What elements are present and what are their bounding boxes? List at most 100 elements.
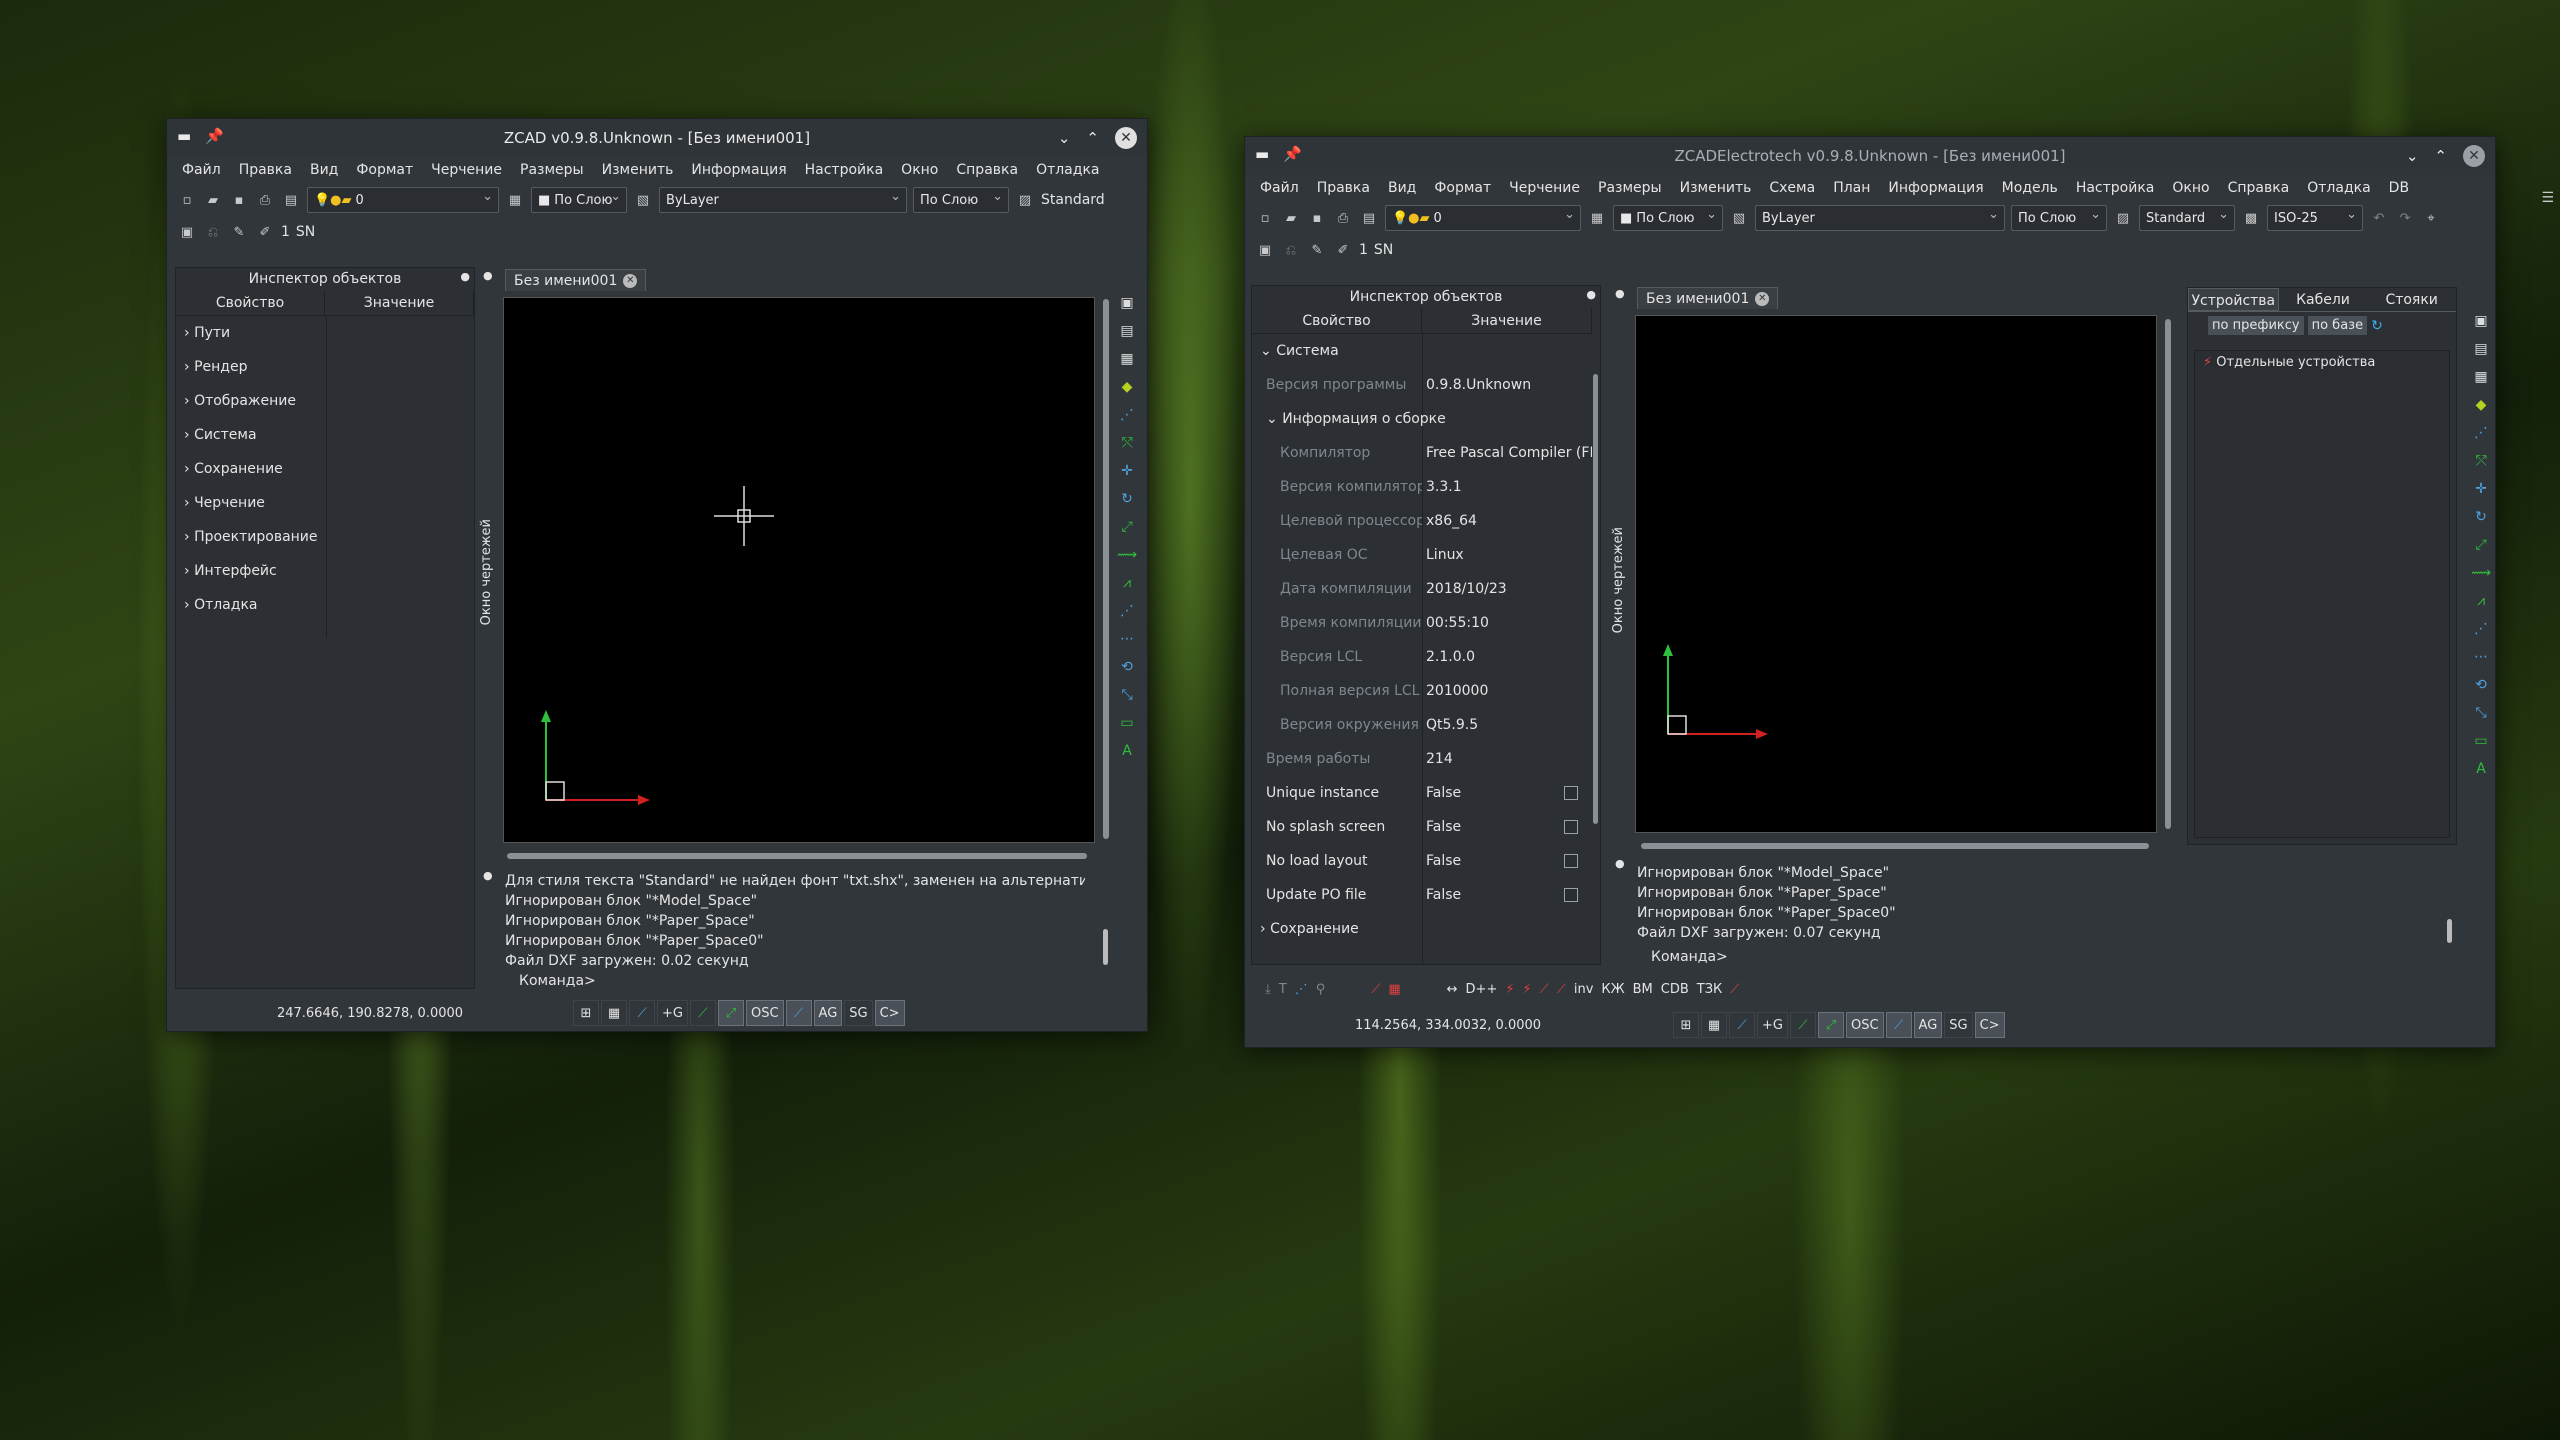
log-close-icon[interactable]: ● — [483, 869, 493, 882]
tool-icon[interactable]: ▭ — [1120, 715, 1133, 731]
lineweight-combo[interactable]: По Слою — [913, 187, 1009, 213]
title-bar[interactable]: ▬ 📌 ZCADElectrotech v0.9.8.Unknown - [Без… — [1245, 137, 2495, 175]
col-value[interactable]: Значение — [1422, 308, 1592, 333]
maximize-icon[interactable]: ⌃ — [1086, 129, 1099, 147]
redo-icon[interactable]: ↷ — [2395, 208, 2415, 228]
status-ag[interactable]: AG — [813, 1000, 843, 1026]
menu-settings[interactable]: Настройка — [796, 162, 893, 178]
pick-icon[interactable]: ⌖ — [2421, 208, 2441, 228]
linetype-icon[interactable]: ▧ — [1729, 208, 1749, 228]
checkbox[interactable] — [1564, 786, 1578, 800]
menu-file[interactable]: Файл — [173, 162, 230, 178]
inspector-item[interactable]: › Пути — [176, 316, 474, 350]
et-button[interactable]: inv — [1574, 982, 1594, 997]
filter-base-button[interactable]: по базе — [2307, 316, 2368, 335]
menu-scheme[interactable]: Схема — [1760, 180, 1824, 196]
et-icon[interactable]: ⚲ — [1316, 982, 1326, 997]
save-icon[interactable]: ▪ — [1307, 208, 1327, 228]
pencil-icon[interactable]: ✎ — [1307, 240, 1327, 260]
menu-plan[interactable]: План — [1824, 180, 1879, 196]
eraser-icon[interactable]: ✐ — [1333, 240, 1353, 260]
menu-debug[interactable]: Отладка — [1027, 162, 1108, 178]
layers-icon[interactable]: ▤ — [281, 190, 301, 210]
inspector-close-icon[interactable]: ● — [1586, 288, 1596, 301]
step-value[interactable]: 1 — [1359, 242, 1368, 258]
dimstyle-combo[interactable]: ISO-25 — [2267, 205, 2363, 231]
menu-db[interactable]: DB — [2380, 180, 2418, 196]
open-icon[interactable]: ▰ — [1281, 208, 1301, 228]
new-icon[interactable]: ▫ — [1255, 208, 1275, 228]
tool-icon[interactable]: ▣ — [1120, 295, 1133, 311]
inspector-item[interactable]: › Отображение — [176, 384, 474, 418]
title-bar[interactable]: ▬ 📌 ZCAD v0.9.8.Unknown - [Без имени001] … — [167, 119, 1147, 157]
tool-icon[interactable]: ⤲ — [1121, 435, 1132, 451]
drawing-canvas[interactable] — [503, 297, 1095, 843]
tool-icon[interactable]: A — [2476, 761, 2486, 777]
et-icon[interactable]: ⋰ — [1295, 982, 1308, 997]
property-row[interactable]: Версия компилятора 3.3.1 — [1252, 470, 1592, 504]
tool-icon[interactable]: ⩘ — [1123, 575, 1131, 591]
et-icon[interactable]: ⤓ — [1265, 982, 1271, 997]
tool-icon[interactable]: ▦ — [1120, 351, 1133, 367]
minimize-icon[interactable]: ⌄ — [1058, 129, 1071, 147]
tool-icon[interactable]: ▤ — [1120, 323, 1133, 339]
inspector-item[interactable]: › Система — [176, 418, 474, 452]
tool-icon[interactable]: ⤡ — [1121, 687, 1132, 703]
eraser-icon[interactable]: ✐ — [255, 222, 275, 242]
inspector-close-icon[interactable]: ● — [460, 270, 470, 283]
color-combo[interactable]: ■ По Слою — [1613, 205, 1723, 231]
step-value[interactable]: 1 — [281, 224, 290, 240]
tab-drawing[interactable]: Без имени001 ✕ — [505, 269, 647, 291]
menu-dimensions[interactable]: Размеры — [1589, 180, 1671, 196]
status-sg[interactable]: SG — [844, 1000, 873, 1026]
close-icon[interactable]: ✕ — [2463, 145, 2485, 167]
menu-help[interactable]: Справка — [2219, 180, 2299, 196]
vertical-scrollbar[interactable] — [2165, 319, 2171, 829]
status-g[interactable]: +G — [1757, 1012, 1788, 1038]
sn-button[interactable]: SN — [296, 224, 315, 240]
menu-dimensions[interactable]: Размеры — [511, 162, 593, 178]
color-icon[interactable]: ▦ — [1587, 208, 1607, 228]
tool-icon[interactable]: ✛ — [2475, 481, 2487, 497]
status-sg[interactable]: SG — [1944, 1012, 1973, 1038]
tab-drawing[interactable]: Без имени001 ✕ — [1637, 287, 1779, 309]
tab-close-icon[interactable]: ✕ — [623, 273, 638, 288]
linetype-combo[interactable]: ByLayer — [659, 187, 907, 213]
tool-icon[interactable]: ⋰ — [2474, 621, 2488, 637]
property-row[interactable]: No load layout False — [1252, 844, 1592, 878]
tool-icon[interactable]: ⟲ — [1121, 659, 1133, 675]
print-icon[interactable]: ⎙ — [1333, 208, 1353, 228]
inspector-scrollbar[interactable] — [1593, 374, 1598, 824]
et-icon[interactable]: ▦ — [1388, 982, 1400, 997]
menu-edit[interactable]: Правка — [230, 162, 301, 178]
ortho-icon[interactable]: ⟋ — [1729, 1012, 1755, 1038]
tool-icon[interactable]: ✛ — [1121, 463, 1133, 479]
save-icon[interactable]: ▪ — [229, 190, 249, 210]
et-button[interactable]: ВМ — [1633, 982, 1653, 997]
textstyle-value[interactable]: Standard — [1041, 192, 1105, 208]
tool-icon[interactable]: ▣ — [2474, 313, 2487, 329]
tool-icon[interactable]: ▭ — [2474, 733, 2487, 749]
tool-icon[interactable]: ⋯ — [2474, 649, 2488, 665]
col-value[interactable]: Значение — [325, 290, 474, 315]
grid-icon[interactable]: ⊞ — [573, 1000, 599, 1026]
menu-help[interactable]: Справка — [947, 162, 1027, 178]
layer-combo[interactable]: 💡●▰ 0 — [1385, 205, 1581, 231]
print-icon[interactable]: ⎙ — [255, 190, 275, 210]
dock-close-icon[interactable]: ● — [483, 269, 493, 282]
linetype-combo[interactable]: ByLayer — [1755, 205, 2005, 231]
tool-icon[interactable]: ⤢ — [2475, 537, 2486, 553]
inspector-item[interactable]: › Интерфейс — [176, 554, 474, 588]
menu-modify[interactable]: Изменить — [1671, 180, 1761, 196]
tool-icon[interactable]: ▤ — [2474, 341, 2487, 357]
inspector-item[interactable]: › Черчение — [176, 486, 474, 520]
checkbox[interactable] — [1564, 820, 1578, 834]
menu-debug[interactable]: Отладка — [2298, 180, 2379, 196]
menu-modify[interactable]: Изменить — [593, 162, 683, 178]
snap-icon[interactable]: ▣ — [177, 222, 197, 242]
tool-icon[interactable]: ⤢ — [1121, 519, 1132, 535]
lineweight-combo[interactable]: По Слою — [2011, 205, 2107, 231]
col-property[interactable]: Свойство — [1252, 308, 1422, 333]
menu-file[interactable]: Файл — [1251, 180, 1308, 196]
status-c[interactable]: C> — [1974, 1012, 2005, 1038]
